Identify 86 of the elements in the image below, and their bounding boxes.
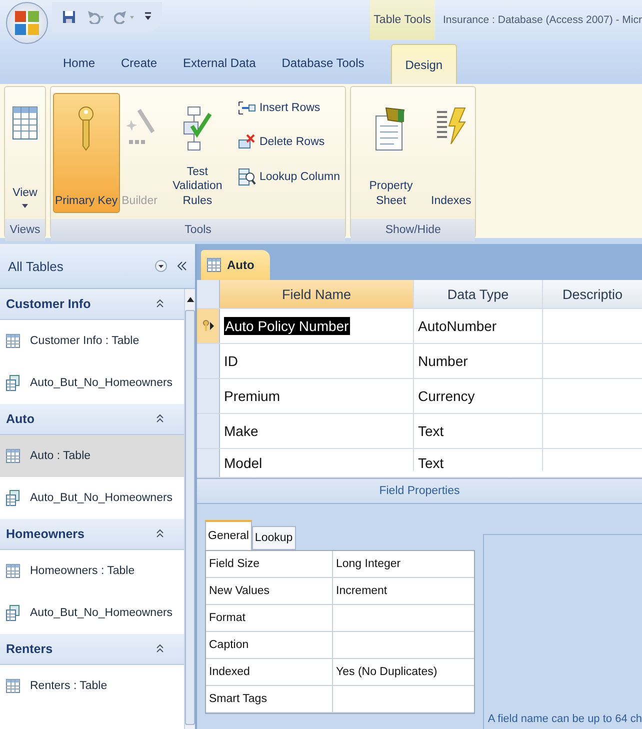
lookup-column-icon	[238, 168, 256, 186]
help-text: A field name can be up to 64 ch	[488, 713, 642, 725]
group-label: Tools	[51, 219, 345, 241]
group-label: Show/Hide	[351, 219, 476, 241]
nav-item[interactable]: Auto : Table	[0, 435, 184, 477]
group-title: Customer Info	[6, 297, 91, 311]
ribbon-button[interactable]: Delete Rows	[235, 131, 343, 153]
tab[interactable]: Lookup	[252, 526, 296, 550]
collapse-icon[interactable]	[156, 414, 164, 424]
document-tab[interactable]: Auto	[201, 250, 270, 280]
flowchart-check-icon	[182, 106, 212, 152]
collapse-pane-icon[interactable]	[177, 261, 187, 271]
key-icon	[202, 320, 208, 332]
window-title: Insurance : Database (Access 2007) - Micr	[442, 14, 642, 26]
table-icon	[207, 258, 221, 272]
property-value[interactable]: Yes (No Duplicates)	[333, 659, 474, 685]
office-logo-icon	[13, 9, 41, 37]
ribbon-button[interactable]: Primary Key	[53, 93, 120, 213]
ribbon-button[interactable]: View	[7, 93, 43, 213]
table-cell[interactable]: Number	[414, 344, 543, 378]
column-header: Data Type	[414, 280, 543, 308]
property-label: Field Size	[206, 551, 333, 577]
tab[interactable]: General	[205, 520, 252, 550]
query-icon	[6, 375, 20, 391]
ribbon-button[interactable]: Insert Rows	[235, 97, 343, 119]
table-icon	[6, 679, 20, 693]
property-label: New Values	[206, 578, 333, 604]
table-cell[interactable]: Text	[414, 414, 543, 448]
redo-icon[interactable]	[114, 10, 136, 24]
table-icon	[6, 449, 20, 463]
query-icon	[6, 490, 20, 506]
table-cell[interactable]: AutoNumber	[414, 309, 543, 343]
property-label: Caption	[206, 632, 333, 658]
contextual-tab-label: Table Tools	[370, 0, 435, 40]
ribbon-button[interactable]: Indexes	[429, 93, 474, 213]
table-cell[interactable]: Text	[414, 449, 543, 471]
ribbon-button[interactable]: Lookup Column	[235, 165, 343, 189]
table-cell[interactable]: Auto Policy Number	[220, 309, 414, 343]
property-value[interactable]: Long Integer	[333, 551, 474, 577]
table-cell[interactable]: ID	[220, 344, 414, 378]
table-icon	[6, 564, 20, 578]
group-header[interactable]: Auto	[0, 404, 184, 435]
group-title: Auto	[6, 412, 34, 426]
group-header[interactable]: Homeowners	[0, 519, 184, 550]
ribbon-tab[interactable]: Design	[391, 44, 457, 84]
dropdown-caret-icon	[22, 204, 28, 208]
property-label: Smart Tags	[206, 686, 333, 712]
property-label: Indexed	[206, 659, 333, 685]
group-title: Renters	[6, 642, 53, 656]
save-icon[interactable]	[62, 10, 76, 24]
indexes-icon	[435, 106, 468, 146]
column-header: Descriptio	[561, 286, 624, 304]
scroll-up-icon[interactable]	[186, 297, 194, 302]
column-header: Field Name	[220, 280, 414, 308]
office-button[interactable]	[6, 2, 48, 44]
collapse-icon[interactable]	[156, 529, 164, 539]
ribbon-tab[interactable]: Database Tools	[268, 46, 378, 80]
ribbon-tab[interactable]: Create	[108, 46, 170, 80]
table-cell[interactable]: Model	[220, 449, 414, 471]
key-icon	[77, 106, 96, 152]
delete-rows-icon	[238, 134, 256, 150]
current-row-icon	[210, 322, 214, 330]
datasheet-icon	[12, 106, 38, 140]
ribbon-button[interactable]: Property Sheet	[353, 93, 429, 213]
row-selector[interactable]	[197, 309, 220, 343]
collapse-icon[interactable]	[156, 299, 164, 309]
group-header[interactable]: Customer Info	[0, 289, 184, 320]
group-header[interactable]: Renters	[0, 634, 184, 665]
table-cell[interactable]: Premium	[220, 379, 414, 413]
property-label: Format	[206, 605, 333, 631]
dropdown-icon[interactable]	[155, 260, 167, 272]
scrollbar[interactable]	[184, 289, 195, 729]
query-icon	[6, 605, 20, 621]
table-cell[interactable]: Make	[220, 414, 414, 448]
ribbon-tab[interactable]: Home	[50, 46, 108, 80]
group-title: Homeowners	[6, 527, 84, 541]
ribbon-tab[interactable]: External Data	[170, 46, 269, 80]
property-value[interactable]: Increment	[333, 578, 474, 604]
table-cell[interactable]: Currency	[414, 379, 543, 413]
collapse-icon[interactable]	[156, 644, 164, 654]
pane-title: All Tables	[8, 258, 64, 274]
ribbon-button[interactable]: Test Validation Rules	[159, 93, 236, 213]
table-icon	[6, 334, 20, 348]
section-title: Field Properties	[379, 485, 460, 497]
insert-rows-icon	[238, 100, 256, 116]
group-label: Views	[5, 219, 45, 241]
